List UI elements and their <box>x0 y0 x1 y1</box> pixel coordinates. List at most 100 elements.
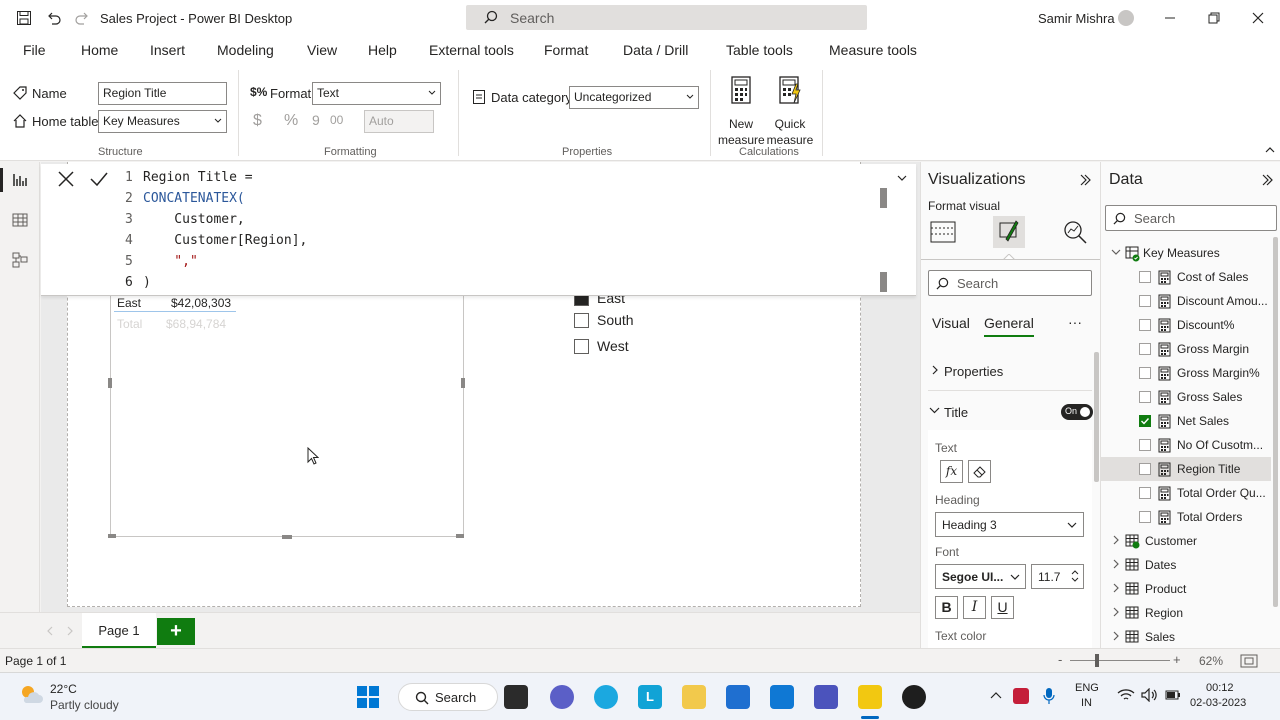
eraser-button[interactable] <box>968 460 991 483</box>
edge-browser-icon[interactable] <box>594 685 618 709</box>
measure-item[interactable]: Gross Margin <box>1101 337 1271 361</box>
measure-checkbox[interactable] <box>1139 487 1151 499</box>
page-tab[interactable]: Page 1 <box>82 613 156 649</box>
tab-format[interactable]: Format <box>544 42 588 58</box>
wifi-icon[interactable] <box>1117 688 1135 702</box>
zoom-out-button[interactable]: - <box>1058 652 1062 667</box>
title-toggle[interactable]: On <box>1061 404 1093 420</box>
format-search-input[interactable]: Search <box>928 270 1092 296</box>
measure-checkbox[interactable] <box>1139 415 1151 427</box>
underline-button[interactable]: U <box>991 596 1014 619</box>
prev-page-icon[interactable] <box>46 626 54 636</box>
tab-insert[interactable]: Insert <box>150 42 185 58</box>
avatar[interactable] <box>1118 10 1134 26</box>
pane-scrollbar[interactable] <box>1273 237 1278 607</box>
language-code[interactable]: ENG <box>1075 682 1099 694</box>
collapse-ribbon-icon[interactable] <box>1265 146 1275 154</box>
add-page-button[interactable]: + <box>157 618 195 645</box>
resize-handle[interactable] <box>108 534 116 538</box>
temperature[interactable]: 22°C <box>50 682 77 696</box>
resize-handle[interactable] <box>108 378 112 388</box>
task-view-icon[interactable] <box>504 685 528 709</box>
table-visual[interactable] <box>110 290 464 537</box>
user-name[interactable]: Samir Mishra <box>1038 11 1115 26</box>
tab-table-tools[interactable]: Table tools <box>726 42 793 58</box>
measure-item[interactable]: No Of Cusotm... <box>1101 433 1271 457</box>
tab-measure-tools[interactable]: Measure tools <box>829 42 917 58</box>
decimal-places-stepper[interactable]: Auto <box>364 110 434 133</box>
app-l-icon[interactable]: L <box>638 685 662 709</box>
tab-data-drill[interactable]: Data / Drill <box>623 42 688 58</box>
home-table-select[interactable]: Key Measures <box>98 110 227 133</box>
expand-formula-icon[interactable] <box>897 175 907 182</box>
outlook-icon[interactable] <box>770 685 794 709</box>
resize-handle[interactable] <box>461 378 465 388</box>
slicer-item-west[interactable]: West <box>574 338 629 354</box>
commit-formula-icon[interactable] <box>89 170 109 188</box>
store-icon[interactable] <box>726 685 750 709</box>
tab-modeling[interactable]: Modeling <box>217 42 274 58</box>
stepper-arrows-icon[interactable] <box>1071 569 1079 583</box>
chevron-up-icon[interactable] <box>990 691 1002 699</box>
measure-item[interactable]: Total Orders <box>1101 505 1271 529</box>
teams-chat-icon[interactable] <box>550 685 574 709</box>
microphone-icon[interactable] <box>1043 687 1055 705</box>
chrome-icon[interactable] <box>902 685 926 709</box>
tab-visual[interactable]: Visual <box>932 315 970 331</box>
format-select[interactable]: Text <box>312 82 441 105</box>
font-family-select[interactable]: Segoe UI... <box>935 564 1026 589</box>
table-item[interactable]: Customer <box>1101 529 1271 553</box>
title-section[interactable]: Title <box>944 405 968 420</box>
more-options-icon[interactable]: ··· <box>1068 314 1082 330</box>
formula-scrollbar-thumb[interactable] <box>880 188 887 208</box>
measure-checkbox[interactable] <box>1139 511 1151 523</box>
tab-general[interactable]: General <box>984 315 1034 331</box>
zoom-in-button[interactable]: + <box>1173 652 1181 667</box>
collapse-pane-icon[interactable] <box>1079 174 1091 186</box>
slicer-checkbox[interactable] <box>574 312 589 328</box>
zoom-slider-thumb[interactable] <box>1095 654 1099 667</box>
name-input[interactable]: Region Title <box>98 82 227 105</box>
weather-text[interactable]: Partly cloudy <box>50 698 119 712</box>
fit-to-page-icon[interactable] <box>1240 654 1258 668</box>
cancel-formula-icon[interactable] <box>57 170 75 188</box>
clock-time[interactable]: 00:12 <box>1206 682 1234 694</box>
tab-file[interactable]: File <box>23 42 46 58</box>
measure-item[interactable]: Gross Sales <box>1101 385 1271 409</box>
table-item[interactable]: Product <box>1101 577 1271 601</box>
font-size-stepper[interactable]: 11.7 <box>1031 564 1084 589</box>
close-icon[interactable] <box>1251 11 1265 25</box>
file-explorer-icon[interactable] <box>682 685 706 709</box>
collapse-pane-icon[interactable] <box>1261 174 1273 186</box>
region-code[interactable]: IN <box>1081 697 1092 709</box>
tab-view[interactable]: View <box>307 42 337 58</box>
fx-button[interactable]: fx <box>940 460 963 483</box>
measure-item[interactable]: Region Title <box>1101 457 1271 481</box>
report-view-icon[interactable] <box>12 172 28 188</box>
table-item[interactable]: Region <box>1101 601 1271 625</box>
title-search-box[interactable]: Search <box>466 5 867 30</box>
teams-icon[interactable] <box>814 685 838 709</box>
resize-handle[interactable] <box>456 534 464 538</box>
comma-button[interactable]: 9 <box>312 112 320 128</box>
slicer-item-south[interactable]: South <box>574 312 634 328</box>
measure-item[interactable]: Net Sales <box>1101 409 1271 433</box>
percent-button[interactable]: % <box>284 112 298 130</box>
formula-scrollbar-thumb[interactable] <box>880 272 887 292</box>
table-view-icon[interactable] <box>12 212 28 228</box>
power-bi-icon[interactable] <box>858 685 882 709</box>
tab-help[interactable]: Help <box>368 42 397 58</box>
measure-item[interactable]: Discount Amou... <box>1101 289 1271 313</box>
measure-item[interactable]: Gross Margin% <box>1101 361 1271 385</box>
tray-app-icon[interactable] <box>1013 688 1029 704</box>
windows-start-icon[interactable] <box>356 685 380 709</box>
heading-select[interactable]: Heading 3 <box>935 512 1084 537</box>
measure-item[interactable]: Cost of Sales <box>1101 265 1271 289</box>
tab-home[interactable]: Home <box>81 42 118 58</box>
dax-formula-bar[interactable]: 1 2 3 4 5 6 Region Title = CONCATENATEX(… <box>41 164 916 296</box>
weather-icon[interactable] <box>18 683 44 707</box>
quick-measure-button[interactable]: Quick measure <box>766 74 814 147</box>
analytics-icon[interactable] <box>1062 220 1088 244</box>
measure-checkbox[interactable] <box>1139 271 1151 283</box>
measure-checkbox[interactable] <box>1139 439 1151 451</box>
